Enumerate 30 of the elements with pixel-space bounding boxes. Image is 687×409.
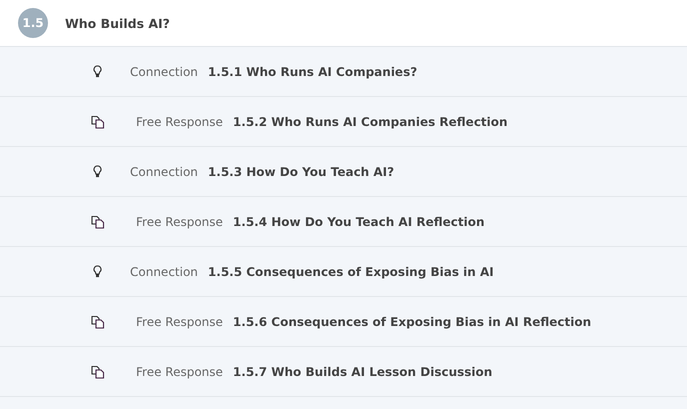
item-title: 1.5.1 Who Runs AI Companies? xyxy=(208,64,418,78)
item-title: 1.5.6 Consequences of Exposing Bias in AI Reflection xyxy=(232,314,592,328)
documents-icon xyxy=(90,114,104,128)
item-title: 1.5.4 How Do You Teach AI Reflection xyxy=(232,214,485,228)
section-title: Who Builds AI? xyxy=(65,16,170,30)
lightbulb-icon xyxy=(93,165,102,178)
item-title: 1.5.5 Consequences of Exposing Bias in AI xyxy=(208,264,494,278)
item-title: 1.5.7 Who Builds AI Lesson Discussion xyxy=(232,364,492,378)
lesson-item[interactable]: Connection 1.5.1 Who Runs AI Companies? xyxy=(0,47,687,97)
documents-icon xyxy=(90,314,104,328)
item-title: 1.5.3 How Do You Teach AI? xyxy=(208,164,394,178)
item-type: Connection xyxy=(130,164,198,178)
lesson-item[interactable]: Connection 1.5.3 How Do You Teach AI? xyxy=(0,147,687,197)
item-type: Free Response xyxy=(136,114,223,128)
lightbulb-icon xyxy=(93,265,102,278)
lesson-item[interactable]: Connection 1.5.5 Consequences of Exposing Bias in AI xyxy=(0,247,687,297)
item-type: Free Response xyxy=(136,364,223,378)
item-type: Connection xyxy=(130,264,198,278)
item-type: Free Response xyxy=(136,214,223,228)
item-type: Connection xyxy=(130,64,198,78)
lightbulb-icon xyxy=(93,65,102,78)
lesson-item[interactable]: Free Response 1.5.7 Who Builds AI Lesson Discussion xyxy=(0,347,687,397)
documents-icon xyxy=(90,364,104,378)
item-type: Free Response xyxy=(136,314,223,328)
item-title: 1.5.2 Who Runs AI Companies Reflection xyxy=(232,114,508,128)
lesson-item[interactable]: Free Response 1.5.2 Who Runs AI Companies Reflection xyxy=(0,97,687,147)
lesson-item[interactable]: Free Response 1.5.4 How Do You Teach AI Reflection xyxy=(0,197,687,247)
section-number-badge: 1.5 xyxy=(18,8,48,38)
lesson-item[interactable]: Free Response 1.5.6 Consequences of Exposing Bias in AI Reflection xyxy=(0,297,687,347)
documents-icon xyxy=(90,214,104,228)
